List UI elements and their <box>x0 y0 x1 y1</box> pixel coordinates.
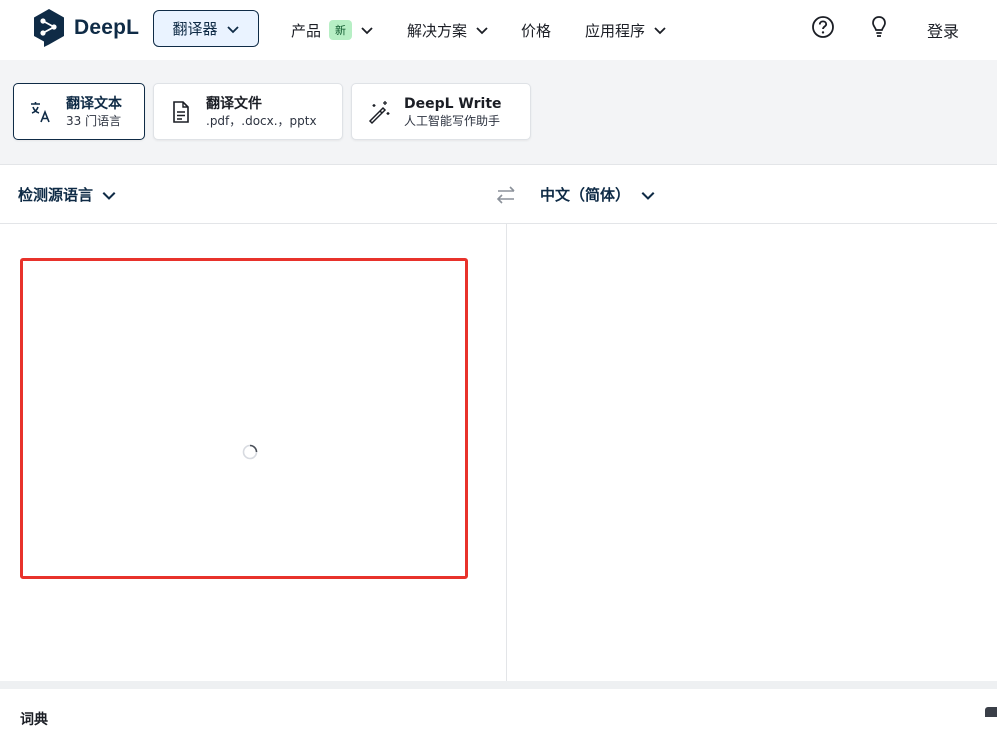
mode-title: 翻译文件 <box>206 95 262 112</box>
magic-wand-icon <box>368 100 390 124</box>
loading-spinner-icon <box>242 444 258 460</box>
top-header: DeepL 翻译器 产品 新 解决方案 价格 应用程序 登录 <box>0 0 997 60</box>
chevron-down-icon <box>476 27 488 35</box>
chevron-down-icon <box>641 191 655 200</box>
target-language-label: 中文（简体） <box>540 186 631 204</box>
nav-apps-label: 应用程序 <box>585 21 646 40</box>
source-language-select[interactable]: 检测源语言 <box>18 184 117 205</box>
target-text-output <box>507 224 997 681</box>
chevron-down-icon <box>654 27 666 35</box>
scroll-handle[interactable] <box>985 707 997 717</box>
mode-subtitle: .pdf，.docx.，pptx <box>206 113 317 128</box>
nav-solutions[interactable]: 解决方案 <box>407 17 489 43</box>
mode-deepl-write[interactable]: DeepL Write 人工智能写作助手 <box>351 83 531 140</box>
chevron-down-icon <box>102 191 116 200</box>
deepl-logo-icon <box>34 9 64 47</box>
nav-products[interactable]: 产品 新 <box>291 17 374 43</box>
help-icon[interactable] <box>810 14 836 40</box>
translator-label: 翻译器 <box>172 20 218 38</box>
swap-languages-icon[interactable] <box>494 183 518 207</box>
translate-icon <box>31 101 50 122</box>
lightbulb-icon[interactable] <box>866 14 892 40</box>
nav-products-label: 产品 <box>291 21 322 40</box>
brand-name: DeepL <box>74 16 140 39</box>
dictionary-label: 词典 <box>20 712 48 728</box>
mode-title: 翻译文本 <box>66 95 122 112</box>
mode-translate-text[interactable]: 翻译文本 33 门语言 <box>13 83 145 140</box>
nav-pricing-label: 价格 <box>521 21 552 40</box>
nav-apps[interactable]: 应用程序 <box>585 17 667 43</box>
translator-menu-button[interactable]: 翻译器 <box>153 10 259 47</box>
nav-solutions-label: 解决方案 <box>407 21 468 40</box>
document-icon <box>173 100 189 123</box>
chevron-down-icon <box>361 27 373 35</box>
mode-selector-bar: 翻译文本 33 门语言 翻译文件 .pdf，.docx.，pptx DeepL … <box>0 60 997 165</box>
chevron-down-icon <box>226 25 239 33</box>
new-badge: 新 <box>329 20 353 40</box>
mode-title: DeepL Write <box>404 95 502 112</box>
source-text-input[interactable] <box>20 258 468 579</box>
login-link[interactable]: 登录 <box>927 18 959 42</box>
deepl-logo[interactable]: DeepL <box>32 8 139 48</box>
target-language-select[interactable]: 中文（简体） <box>540 184 656 205</box>
mode-subtitle: 33 门语言 <box>66 113 122 128</box>
source-language-label: 检测源语言 <box>18 186 94 204</box>
nav-pricing[interactable]: 价格 <box>521 17 551 43</box>
mode-translate-files[interactable]: 翻译文件 .pdf，.docx.，pptx <box>153 83 343 140</box>
dictionary-section <box>0 681 997 717</box>
mode-subtitle: 人工智能写作助手 <box>404 113 501 128</box>
